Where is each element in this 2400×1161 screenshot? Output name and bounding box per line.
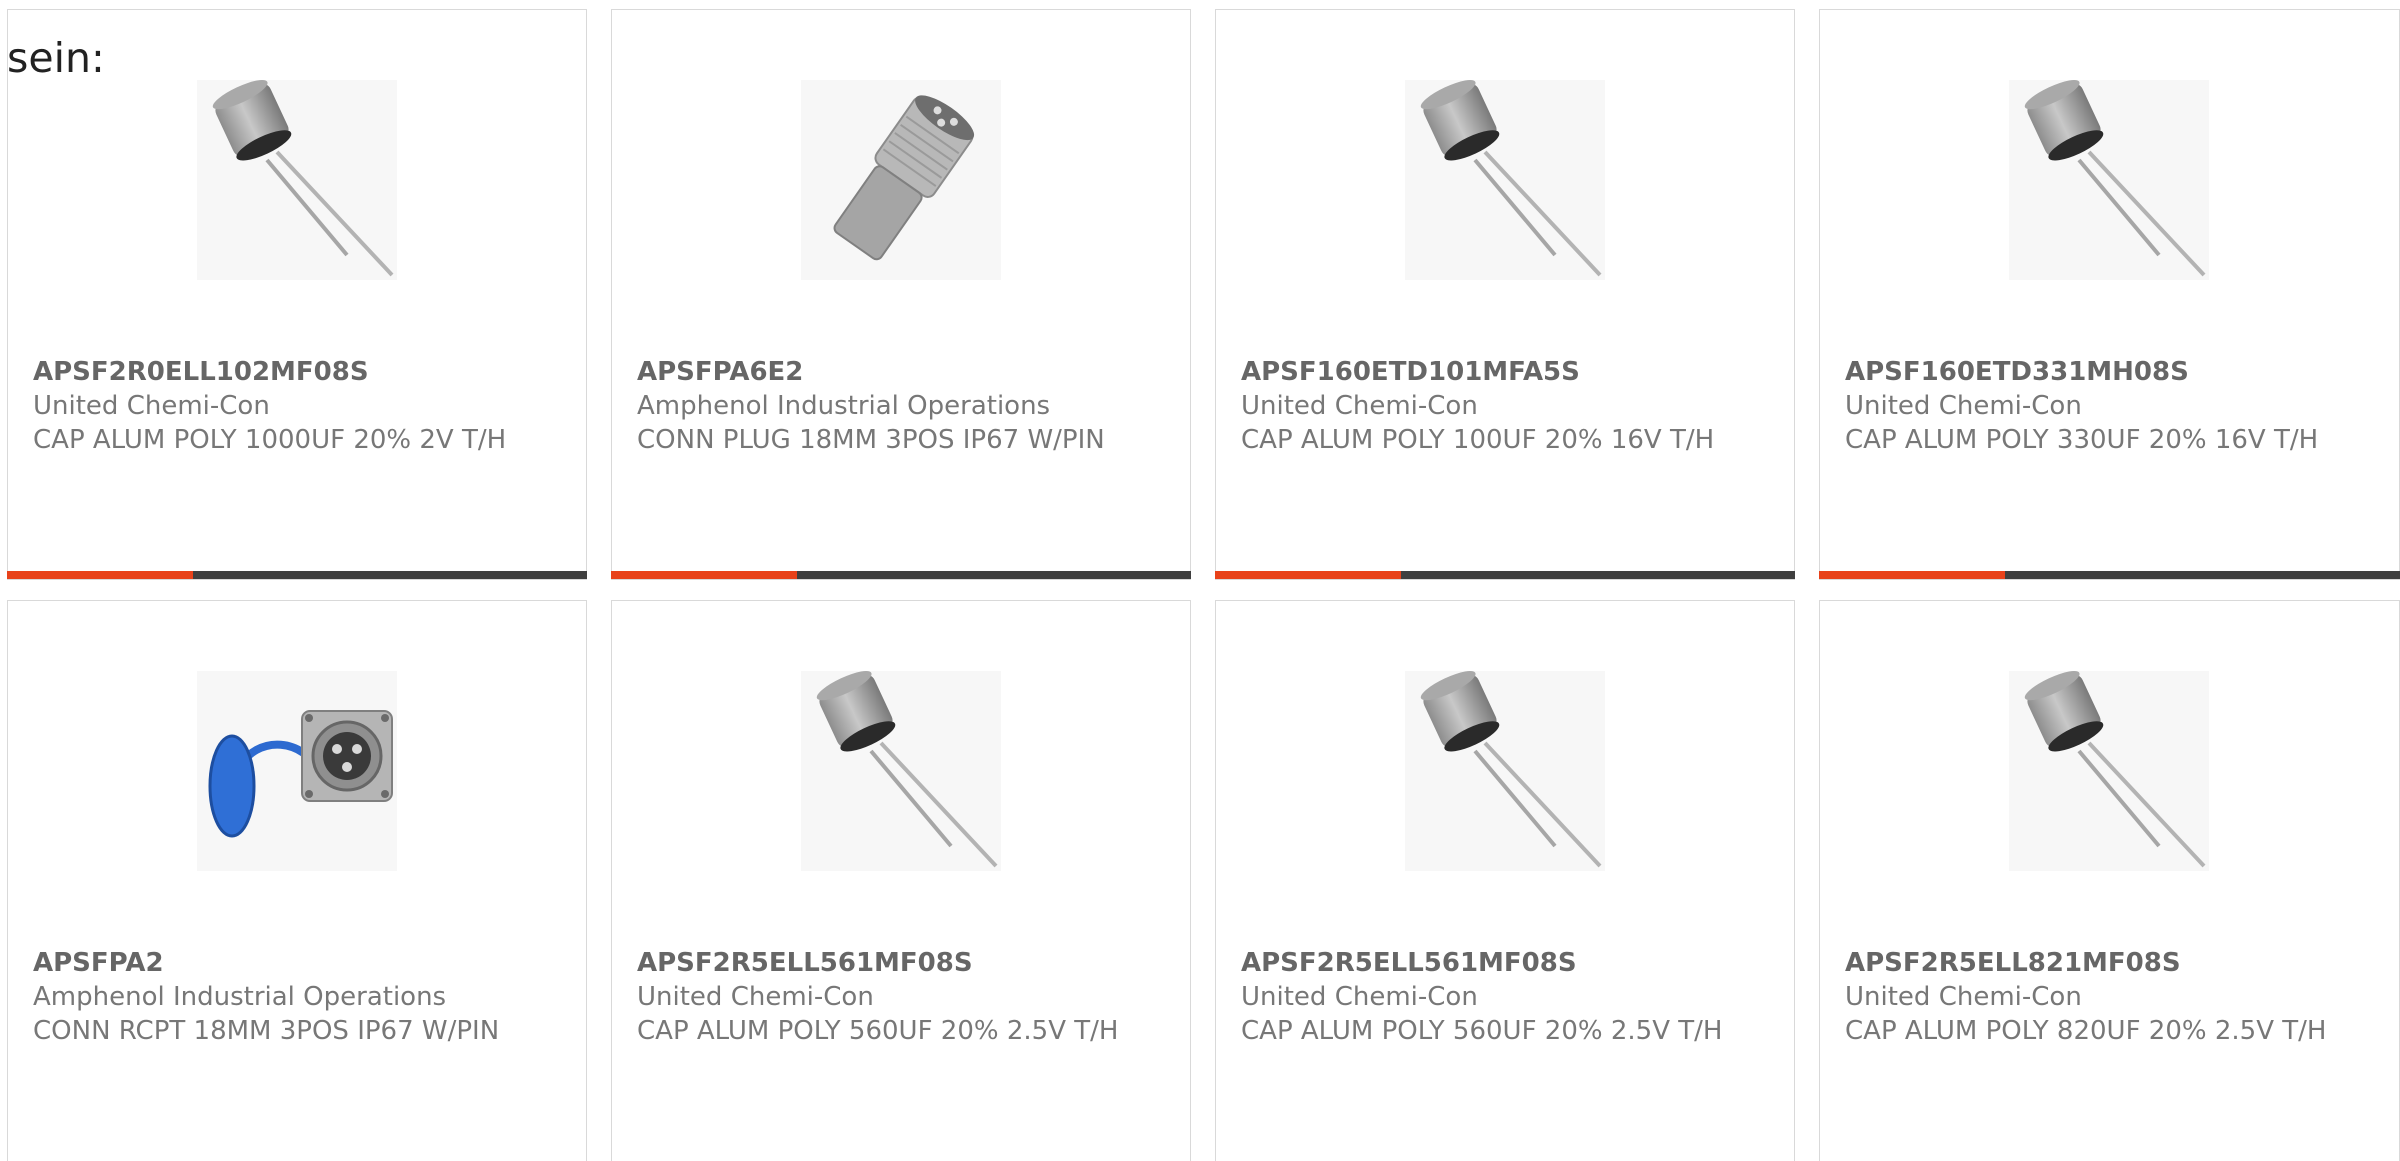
part-number-link[interactable]: APSFPA6E2 [637,355,1157,389]
capacitor-icon [197,80,397,280]
part-number-link[interactable]: APSF2R5ELL561MF08S [1241,946,1761,980]
progress-bar [611,571,1191,579]
lead-text: sein: [7,34,105,82]
manufacturer: United Chemi-Con [1845,391,2082,421]
manufacturer: United Chemi-Con [1241,391,1478,421]
description: CAP ALUM POLY 560UF 20% 2.5V T/H [1241,1016,1723,1046]
capacitor-icon [1405,671,1605,871]
product-card[interactable]: APSF2R0ELL102MF08S United Chemi-Con CAP … [7,9,587,580]
progress-bar [1215,571,1795,579]
progress-bar [1819,571,2400,579]
manufacturer: United Chemi-Con [1845,982,2082,1012]
product-grid-page: sein: APSF2R0ELL102MF08S United Chemi-Co… [0,0,2400,1161]
manufacturer: Amphenol Industrial Operations [637,391,1051,421]
product-card[interactable]: APSFPA2 Amphenol Industrial Operations C… [7,600,587,1161]
capacitor-icon [801,671,1001,871]
description: CAP ALUM POLY 820UF 20% 2.5V T/H [1845,1016,2327,1046]
part-number-link[interactable]: APSF2R0ELL102MF08S [33,355,553,389]
part-number-link[interactable]: APSF2R5ELL561MF08S [637,946,1157,980]
description: CONN PLUG 18MM 3POS IP67 W/PIN [637,425,1105,455]
capacitor-icon [2009,80,2209,280]
product-card[interactable]: APSF2R5ELL821MF08S United Chemi-Con CAP … [1819,600,2400,1161]
description: CAP ALUM POLY 100UF 20% 16V T/H [1241,425,1715,455]
progress-bar-fill [7,571,193,579]
manufacturer: United Chemi-Con [637,982,874,1012]
description: CAP ALUM POLY 1000UF 20% 2V T/H [33,425,507,455]
description: CAP ALUM POLY 560UF 20% 2.5V T/H [637,1016,1119,1046]
product-card[interactable]: APSF2R5ELL561MF08S United Chemi-Con CAP … [611,600,1191,1161]
part-number-link[interactable]: APSF160ETD331MH08S [1845,355,2365,389]
description: CAP ALUM POLY 330UF 20% 16V T/H [1845,425,2319,455]
product-card[interactable]: APSFPA6E2 Amphenol Industrial Operations… [611,9,1191,580]
progress-bar-fill [1819,571,2005,579]
product-card[interactable]: APSF160ETD101MFA5S United Chemi-Con CAP … [1215,9,1795,580]
progress-bar-fill [611,571,797,579]
part-number-link[interactable]: APSFPA2 [33,946,553,980]
description: CONN RCPT 18MM 3POS IP67 W/PIN [33,1016,500,1046]
product-card[interactable]: APSF2R5ELL561MF08S United Chemi-Con CAP … [1215,600,1795,1161]
progress-bar-fill [1215,571,1401,579]
part-number-link[interactable]: APSF2R5ELL821MF08S [1845,946,2365,980]
connector-receptacle-icon [197,671,397,871]
connector-plug-icon [801,80,1001,280]
manufacturer: United Chemi-Con [33,391,270,421]
progress-bar [7,571,587,579]
manufacturer: United Chemi-Con [1241,982,1478,1012]
capacitor-icon [1405,80,1605,280]
capacitor-icon [2009,671,2209,871]
part-number-link[interactable]: APSF160ETD101MFA5S [1241,355,1761,389]
product-card[interactable]: APSF160ETD331MH08S United Chemi-Con CAP … [1819,9,2400,580]
manufacturer: Amphenol Industrial Operations [33,982,447,1012]
